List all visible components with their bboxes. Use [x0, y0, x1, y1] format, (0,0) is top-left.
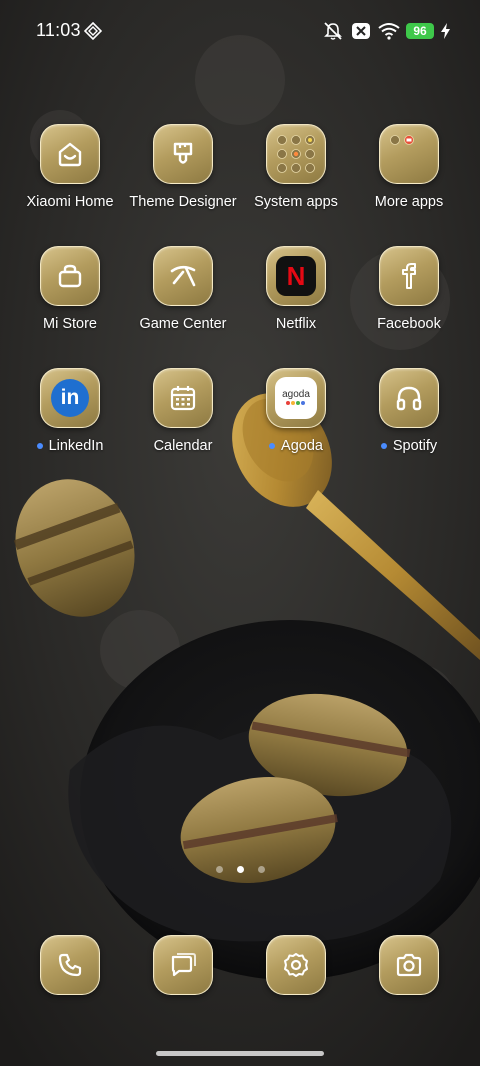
settings-icon[interactable] — [266, 935, 326, 995]
game-icon[interactable] — [153, 246, 213, 306]
page-dot-3[interactable] — [257, 866, 265, 873]
folder-more-apps[interactable]: More apps — [353, 124, 465, 210]
app-label-linkedin: LinkedIn — [48, 438, 104, 454]
agoda-logo-text: agoda — [282, 389, 310, 400]
netflix-icon[interactable]: N — [266, 246, 326, 306]
app-label-xiaomi-home: Xiaomi Home — [26, 194, 114, 210]
app-facebook[interactable]: Facebook — [353, 246, 465, 332]
status-bar: 11:03 96 — [0, 0, 480, 62]
dock-messages[interactable] — [153, 935, 213, 995]
app-game-center[interactable]: Game Center — [127, 246, 239, 332]
dock-camera[interactable] — [379, 935, 439, 995]
phone-icon[interactable] — [40, 935, 100, 995]
folder-icon[interactable] — [379, 124, 439, 184]
folder-system-apps[interactable]: System apps — [240, 124, 352, 210]
battery-level: 96 — [406, 23, 434, 39]
dock-settings[interactable] — [266, 935, 326, 995]
new-install-dot — [269, 443, 276, 449]
linkedin-logo-text: in — [60, 386, 80, 409]
app-label-agoda: Agoda — [281, 438, 323, 454]
page-dot-2-active[interactable] — [236, 866, 244, 873]
app-label-theme-designer: Theme Designer — [129, 194, 237, 210]
dock-phone[interactable] — [40, 935, 100, 995]
app-netflix[interactable]: N Netflix — [240, 246, 352, 332]
app-label-game-center: Game Center — [139, 316, 227, 332]
app-xiaomi-home[interactable]: Xiaomi Home — [14, 124, 126, 210]
app-label-system-apps: System apps — [254, 194, 338, 210]
new-install-dot — [36, 443, 43, 449]
folder-icon[interactable] — [266, 124, 326, 184]
new-install-dot — [380, 443, 387, 449]
camera-icon[interactable] — [379, 935, 439, 995]
app-mi-store[interactable]: Mi Store — [14, 246, 126, 332]
agoda-icon[interactable]: agoda — [266, 368, 326, 428]
vpn-diamond-icon — [84, 22, 102, 40]
gesture-nav-handle[interactable] — [156, 1051, 324, 1056]
app-agoda[interactable]: agoda Agoda — [240, 368, 352, 454]
house-icon[interactable] — [40, 124, 100, 184]
app-calendar[interactable]: Calendar — [127, 368, 239, 454]
page-dot-1[interactable] — [215, 866, 223, 873]
netflix-letter: N — [286, 260, 306, 291]
app-label-netflix: Netflix — [275, 316, 317, 332]
app-linkedin[interactable]: in LinkedIn — [14, 368, 126, 454]
app-label-facebook: Facebook — [377, 316, 441, 332]
linkedin-icon[interactable]: in — [40, 368, 100, 428]
calendar-icon[interactable] — [153, 368, 213, 428]
shopping-bag-icon[interactable] — [40, 246, 100, 306]
wifi-icon — [378, 21, 400, 41]
app-theme-designer[interactable]: Theme Designer — [127, 124, 239, 210]
messages-icon[interactable] — [153, 935, 213, 995]
app-spotify[interactable]: Spotify — [353, 368, 465, 454]
x-box-icon — [350, 21, 372, 41]
page-indicator[interactable] — [0, 866, 480, 873]
silent-bell-icon — [322, 21, 344, 41]
status-clock: 11:03 — [36, 20, 81, 40]
app-label-mi-store: Mi Store — [43, 316, 97, 332]
status-icons: 96 — [322, 20, 450, 42]
brush-icon[interactable] — [153, 124, 213, 184]
app-label-more-apps: More apps — [374, 194, 444, 210]
app-label-calendar: Calendar — [153, 438, 213, 454]
headphones-icon[interactable] — [379, 368, 439, 428]
app-label-spotify: Spotify — [392, 438, 438, 454]
charging-bolt-icon — [440, 21, 450, 41]
facebook-icon[interactable] — [379, 246, 439, 306]
